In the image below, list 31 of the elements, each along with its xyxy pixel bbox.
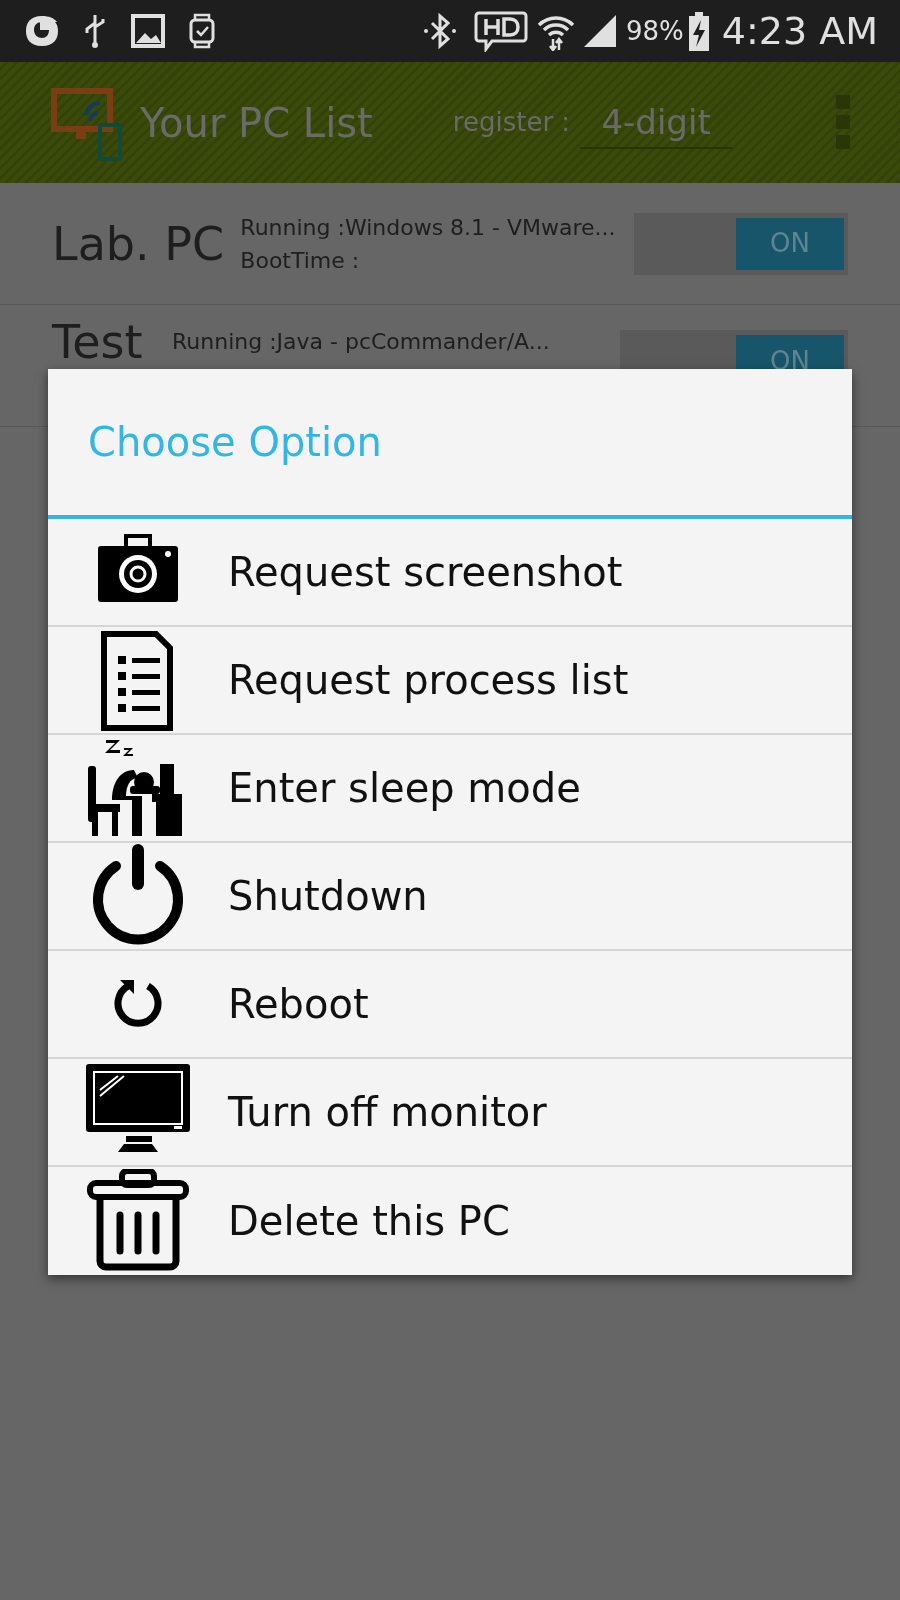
dialog-title: Choose Option bbox=[88, 418, 382, 467]
image-icon bbox=[130, 13, 166, 49]
menu-item-label: Enter sleep mode bbox=[228, 764, 581, 813]
running-text: Running :Windows 8.1 - VMware... bbox=[240, 213, 617, 242]
menu-item-label: Reboot bbox=[228, 980, 369, 1029]
app-title: Your PC List bbox=[140, 98, 373, 148]
menu-item[interactable]: Request process list bbox=[48, 627, 852, 735]
menu-item-label: Delete this PC bbox=[228, 1197, 510, 1246]
register-label: register : bbox=[452, 106, 571, 139]
menu-item[interactable]: Turn off monitor bbox=[48, 1059, 852, 1167]
boot-time-text: BootTime : bbox=[240, 246, 361, 275]
running-text: Running :Java - pcCommander/A... bbox=[172, 328, 551, 356]
menu-item-label: Shutdown bbox=[228, 872, 428, 921]
register-input-field[interactable]: 4-digit bbox=[580, 96, 733, 149]
menu-item-label: Turn off monitor bbox=[228, 1088, 547, 1137]
menu-item[interactable]: Shutdown bbox=[48, 843, 852, 951]
pc-name: Lab. PC bbox=[52, 220, 226, 267]
clock-time: 4:23 AM bbox=[721, 7, 878, 55]
trash-can-icon bbox=[86, 1169, 190, 1273]
menu-item-label: Request process list bbox=[228, 656, 629, 705]
hd-icon bbox=[474, 10, 528, 52]
menu-item-label: Request screenshot bbox=[228, 548, 623, 597]
menu-item[interactable]: Reboot bbox=[48, 951, 852, 1059]
watch-icon bbox=[188, 13, 216, 49]
pc-name: Test bbox=[52, 319, 144, 365]
menu-item[interactable]: Delete this PC bbox=[48, 1167, 852, 1275]
menu-item[interactable]: Request screenshot bbox=[48, 519, 852, 627]
battery-charging-icon bbox=[687, 11, 710, 51]
menu-item[interactable]: Enter sleep mode bbox=[48, 735, 852, 843]
battery-percent: 98% bbox=[626, 14, 684, 48]
signal-icon bbox=[582, 13, 618, 49]
